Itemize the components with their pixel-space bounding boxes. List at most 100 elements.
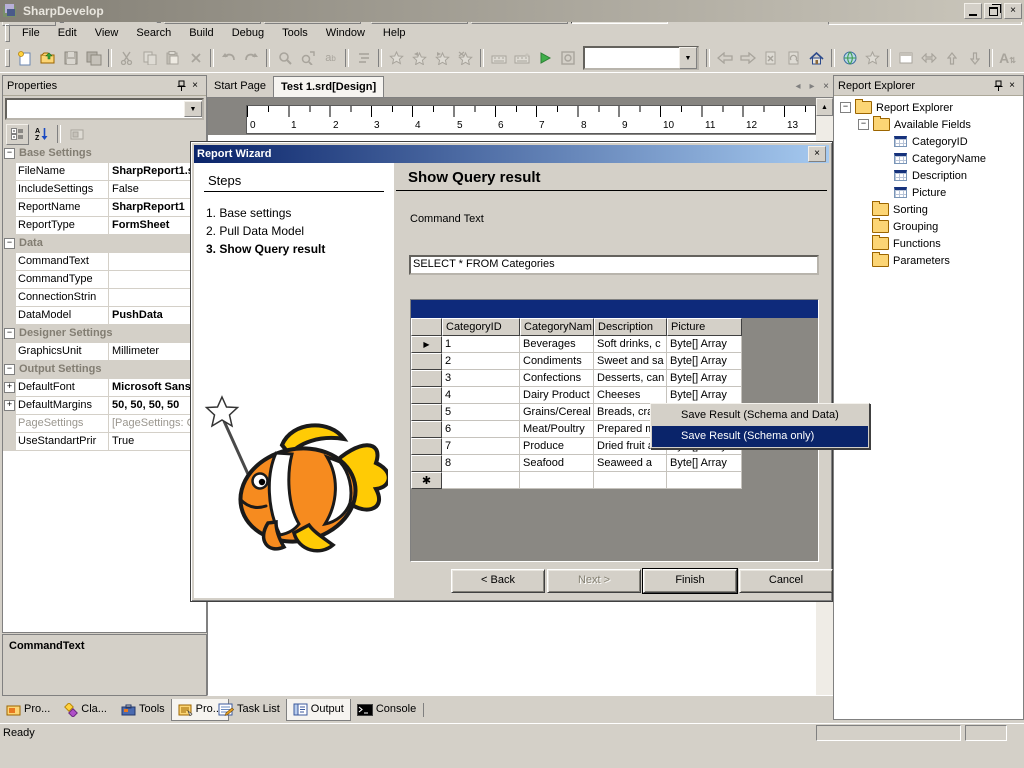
save-all-button[interactable] <box>82 47 105 69</box>
property-row[interactable]: FileNameSharpReport1.sr <box>3 163 206 181</box>
wizard-close-button[interactable]: × <box>808 146 826 162</box>
properties-panel-header[interactable]: Properties × <box>3 76 206 96</box>
column-header[interactable]: Description <box>594 318 667 336</box>
format-keyboard-button[interactable] <box>510 47 533 69</box>
menu-build[interactable]: Build <box>180 24 222 42</box>
column-header[interactable]: CategoryNam <box>520 318 594 336</box>
browser-back-button[interactable] <box>713 47 736 69</box>
property-row[interactable]: +DefaultFontMicrosoft Sans S <box>3 379 206 397</box>
property-row[interactable]: ReportTypeFormSheet <box>3 217 206 235</box>
menu-view[interactable]: View <box>86 24 128 42</box>
scroll-tabs-left-button[interactable]: ◂ <box>791 80 805 93</box>
datagrid-row[interactable]: 2 Condiments Sweet and sa Byte[] Array <box>411 353 818 370</box>
tree-item-functions[interactable]: Functions <box>838 235 1023 252</box>
next-button[interactable]: Next > <box>547 569 641 593</box>
datagrid-new-row[interactable]: ✱ <box>411 472 818 489</box>
scroll-up-button[interactable]: ▲ <box>816 98 833 116</box>
property-row[interactable]: IncludeSettingsFalse <box>3 181 206 199</box>
next-bookmark-button[interactable] <box>431 47 454 69</box>
menu-file[interactable]: File <box>13 24 49 42</box>
menu-debug[interactable]: Debug <box>223 24 273 42</box>
categorized-view-button[interactable] <box>6 124 29 145</box>
browser-home-button[interactable] <box>805 47 828 69</box>
column-header[interactable]: CategoryID <box>442 318 520 336</box>
property-row[interactable]: CommandText <box>3 253 206 271</box>
close-document-button[interactable]: × <box>819 80 833 93</box>
prev-bookmark-button[interactable] <box>408 47 431 69</box>
browser-stop-button[interactable] <box>759 47 782 69</box>
toolbar-combobox[interactable]: ▼ <box>583 46 699 70</box>
pin-button[interactable] <box>991 79 1005 92</box>
tree-item-available-fields[interactable]: −Available Fields <box>838 116 1023 133</box>
close-panel-button[interactable]: × <box>188 79 202 92</box>
collapse-icon[interactable]: − <box>4 328 15 339</box>
tab-output[interactable]: Output <box>286 699 351 721</box>
redo-button[interactable] <box>240 47 263 69</box>
menu-help[interactable]: Help <box>374 24 415 42</box>
property-category[interactable]: −Base Settings <box>3 145 206 163</box>
scroll-tabs-right-button[interactable]: ▸ <box>805 80 819 93</box>
tree-item-report-explorer[interactable]: −Report Explorer <box>838 99 1023 116</box>
property-row[interactable]: DataModelPushData <box>3 307 206 325</box>
property-row[interactable]: GraphicsUnitMillimeter <box>3 343 206 361</box>
tab-task-list[interactable]: Task List <box>212 699 286 720</box>
move-up-button[interactable] <box>940 47 963 69</box>
datagrid-row[interactable]: 4 Dairy Product Cheeses Byte[] Array <box>411 387 818 404</box>
tab-classes[interactable]: Cla... <box>58 699 113 720</box>
property-row[interactable]: UseStandartPrirTrue <box>3 433 206 451</box>
tree-item-categoryname[interactable]: CategoryName <box>838 150 1023 167</box>
tree-item-grouping[interactable]: Grouping <box>838 218 1023 235</box>
run-button[interactable] <box>533 47 556 69</box>
tree-item-picture[interactable]: Picture <box>838 184 1023 201</box>
browser-forward-button[interactable] <box>736 47 759 69</box>
new-file-button[interactable] <box>13 47 36 69</box>
toggle-bookmark-button[interactable] <box>385 47 408 69</box>
minimize-button[interactable] <box>964 3 982 19</box>
comment-region-button[interactable] <box>352 47 375 69</box>
tab-test1-design[interactable]: Test 1.srd[Design] <box>273 76 384 97</box>
menu-item-save-schema-only[interactable]: Save Result (Schema only) <box>652 426 868 447</box>
find-button[interactable] <box>273 47 296 69</box>
tab-projects[interactable]: Pro... <box>0 699 56 720</box>
save-button[interactable] <box>59 47 82 69</box>
collapse-icon[interactable]: − <box>4 238 15 249</box>
tree-item-description[interactable]: Description <box>838 167 1023 184</box>
web-browse-button[interactable] <box>838 47 861 69</box>
menu-item-save-schema-and-data[interactable]: Save Result (Schema and Data) <box>652 405 868 426</box>
indent-keyboard-button[interactable] <box>487 47 510 69</box>
datagrid-row[interactable]: 8 Seafood Seaweed a Byte[] Array <box>411 455 818 472</box>
tab-console[interactable]: Console <box>351 699 422 720</box>
property-row[interactable]: PageSettings[PageSettings: Col <box>3 415 206 433</box>
property-pages-button[interactable] <box>66 125 87 144</box>
menu-window[interactable]: Window <box>317 24 374 42</box>
web-bookmark-button[interactable] <box>861 47 884 69</box>
collapse-icon[interactable]: − <box>4 364 15 375</box>
restore-button[interactable] <box>984 3 1002 19</box>
collapse-icon[interactable]: − <box>840 102 851 113</box>
finish-button[interactable]: Finish <box>643 569 737 593</box>
expand-icon[interactable]: + <box>4 400 15 411</box>
back-button[interactable]: < Back <box>451 569 545 593</box>
copy-button[interactable] <box>138 47 161 69</box>
cut-button[interactable] <box>115 47 138 69</box>
menubar-grip[interactable] <box>5 24 10 42</box>
collapse-icon[interactable]: − <box>858 119 869 130</box>
browser-refresh-button[interactable] <box>782 47 805 69</box>
view-fullscreen-button[interactable] <box>894 47 917 69</box>
column-header[interactable]: Picture <box>667 318 742 336</box>
move-down-button[interactable] <box>963 47 986 69</box>
pin-button[interactable] <box>174 79 188 92</box>
object-selector-combobox[interactable]: ▼ <box>5 98 204 120</box>
tab-start-page[interactable]: Start Page <box>207 76 273 96</box>
collapse-icon[interactable]: − <box>4 148 15 159</box>
menu-search[interactable]: Search <box>127 24 180 42</box>
menu-edit[interactable]: Edit <box>49 24 86 42</box>
cancel-button[interactable]: Cancel <box>739 569 833 593</box>
close-panel-button[interactable]: × <box>1005 79 1019 92</box>
expand-icon[interactable]: + <box>4 382 15 393</box>
paste-button[interactable] <box>161 47 184 69</box>
tree-item-parameters[interactable]: Parameters <box>838 252 1023 269</box>
property-row[interactable]: CommandType <box>3 271 206 289</box>
tree-item-categoryid[interactable]: CategoryID <box>838 133 1023 150</box>
tree-item-sorting[interactable]: Sorting <box>838 201 1023 218</box>
